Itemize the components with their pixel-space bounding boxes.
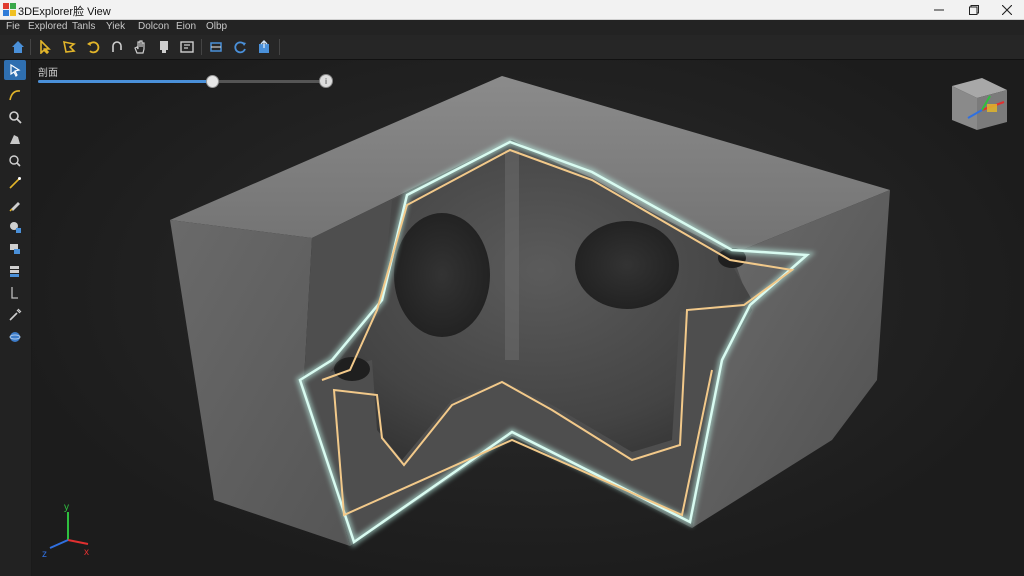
minimize-button[interactable] bbox=[922, 0, 956, 19]
color-pick-icon bbox=[10, 222, 21, 233]
rotate-icon bbox=[87, 41, 100, 54]
zoom-button[interactable] bbox=[155, 38, 173, 56]
zoom-icon bbox=[160, 41, 168, 53]
maximize-icon bbox=[969, 4, 979, 15]
undo-button[interactable] bbox=[108, 38, 126, 56]
view-cube[interactable] bbox=[952, 78, 1007, 130]
3d-viewport[interactable]: y x z 剖面 i bbox=[32, 60, 1024, 576]
close-icon bbox=[1002, 4, 1012, 15]
export-button[interactable] bbox=[255, 38, 273, 56]
refresh-view-icon bbox=[234, 41, 246, 54]
sphere-tool-button[interactable] bbox=[4, 327, 26, 347]
probe-tool-button[interactable] bbox=[4, 305, 26, 325]
menu-dolcon[interactable]: Dolcon bbox=[138, 21, 169, 32]
cavity-hole-right bbox=[575, 221, 679, 309]
color-pick-button[interactable] bbox=[4, 217, 26, 237]
select-button[interactable] bbox=[36, 38, 54, 56]
menu-explored[interactable]: Explored bbox=[28, 21, 67, 32]
close-button[interactable] bbox=[990, 0, 1024, 19]
home-button[interactable] bbox=[9, 38, 27, 56]
search-tool-button[interactable] bbox=[4, 151, 26, 171]
brush-tool-button[interactable] bbox=[4, 195, 26, 215]
section-slider[interactable] bbox=[38, 75, 328, 88]
menu-eion[interactable]: Eion bbox=[176, 21, 196, 32]
section-model[interactable] bbox=[170, 76, 890, 548]
info-icon: i bbox=[325, 76, 327, 86]
section-slider-label: 剖面 bbox=[38, 68, 58, 79]
left-tool-palette bbox=[0, 60, 32, 576]
app-logo-icon bbox=[3, 3, 16, 16]
menu-tools[interactable]: Tanls bbox=[72, 21, 95, 32]
cavity-hole-left bbox=[394, 213, 490, 337]
curve-tool-button[interactable] bbox=[4, 85, 26, 105]
stack-tool-button[interactable] bbox=[4, 261, 26, 281]
stack-tool-icon bbox=[10, 266, 19, 277]
measure-tool-button[interactable] bbox=[4, 283, 26, 303]
magnify-tool-icon bbox=[9, 111, 22, 124]
title-bar: 3DExplorer脸 View bbox=[0, 0, 1024, 20]
axis-y-label: y bbox=[64, 502, 69, 513]
lasso-select-button[interactable] bbox=[60, 38, 78, 56]
window-title: 3DExplorer脸 View bbox=[18, 6, 111, 18]
brush-tool-icon bbox=[9, 202, 20, 212]
paint-tool-icon bbox=[10, 135, 20, 144]
measure-tool-icon bbox=[11, 287, 18, 299]
wand-tool-icon bbox=[9, 177, 21, 189]
paint-tool-button[interactable] bbox=[4, 129, 26, 149]
sphere-tool-icon bbox=[9, 332, 21, 342]
slider-info-button[interactable]: i bbox=[319, 74, 333, 88]
rotate-button[interactable] bbox=[84, 38, 102, 56]
menu-bar: Fie Explored Tanls Yiek Dolcon Eion Olbp bbox=[0, 20, 1024, 35]
fit-view-icon bbox=[180, 41, 194, 53]
pointer-tool-icon bbox=[10, 63, 21, 77]
section-slider-thumb[interactable] bbox=[206, 75, 219, 88]
pointer-tool-button[interactable] bbox=[4, 60, 26, 80]
select-cursor-icon bbox=[40, 40, 51, 54]
model-scene[interactable]: y x z bbox=[32, 60, 1024, 576]
maximize-button[interactable] bbox=[957, 0, 991, 19]
section-plane-icon bbox=[210, 42, 222, 52]
cavity-pocket-left bbox=[334, 357, 370, 381]
toolbar-separator bbox=[201, 39, 202, 55]
axis-z-line bbox=[49, 539, 69, 549]
layers-tool-icon bbox=[10, 244, 20, 254]
menu-file[interactable]: Fie bbox=[6, 21, 20, 32]
fit-view-button[interactable] bbox=[178, 38, 196, 56]
menu-help[interactable]: Olbp bbox=[206, 21, 227, 32]
section-slider-fill bbox=[38, 80, 212, 83]
probe-tool-icon bbox=[9, 308, 22, 321]
axis-x-label: x bbox=[84, 547, 89, 558]
refresh-view-button[interactable] bbox=[231, 38, 249, 56]
view-cube-face-highlight bbox=[987, 104, 997, 112]
layers-tool-button[interactable] bbox=[4, 239, 26, 259]
curve-tool-icon bbox=[9, 90, 21, 101]
axis-triad: y x z bbox=[42, 502, 89, 560]
axis-z-label: z bbox=[42, 549, 47, 560]
section-plane-button[interactable] bbox=[207, 38, 225, 56]
lasso-select-icon bbox=[62, 40, 76, 53]
export-icon bbox=[259, 40, 269, 53]
toolbar-separator bbox=[279, 39, 280, 55]
magnify-tool-button[interactable] bbox=[4, 107, 26, 127]
undo-icon bbox=[112, 41, 122, 52]
wand-tool-button[interactable] bbox=[4, 173, 26, 193]
pan-button[interactable] bbox=[131, 38, 149, 56]
axis-x-line bbox=[67, 539, 89, 545]
toolbar-separator bbox=[30, 39, 31, 55]
minimize-icon bbox=[934, 9, 944, 10]
home-icon bbox=[12, 41, 24, 53]
pan-hand-icon bbox=[134, 40, 145, 54]
main-toolbar bbox=[0, 35, 1024, 60]
menu-view[interactable]: Yiek bbox=[106, 21, 125, 32]
search-tool-icon bbox=[9, 155, 21, 167]
